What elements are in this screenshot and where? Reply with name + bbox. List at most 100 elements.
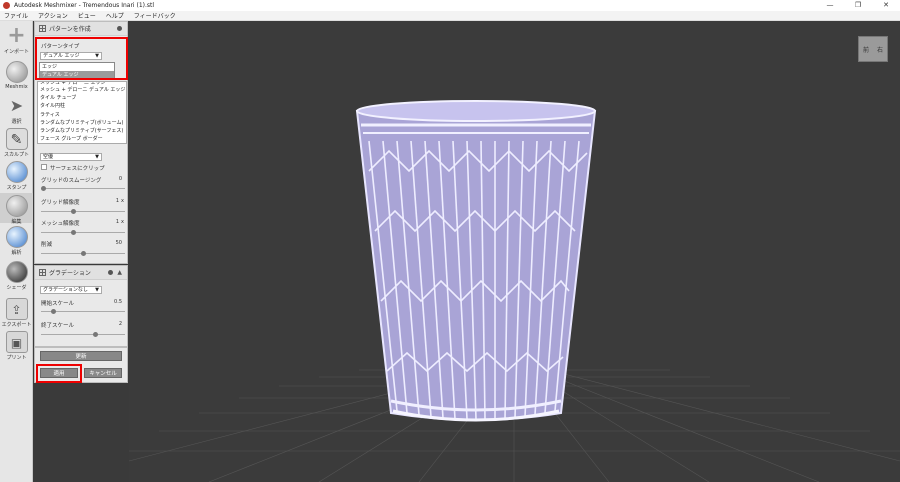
tool-label: スタンプ [6, 185, 27, 191]
window-controls: — ❐ ✕ [816, 0, 900, 11]
end-scale-value: 2 [118, 321, 122, 327]
slider-knob[interactable] [93, 332, 98, 337]
reduce-slider[interactable] [41, 251, 125, 256]
title-bar: Autodesk Meshmixer - Tremendous Inari (1… [0, 0, 900, 11]
list-item[interactable]: ランダムなプリミティブ(サーフェス) [38, 127, 126, 135]
tool-meshmix[interactable]: Meshmix [0, 61, 33, 90]
export-icon: ⇪ [5, 298, 28, 320]
tool-analysis[interactable]: 解析 [0, 226, 33, 256]
slider-knob[interactable] [71, 209, 76, 214]
meshmix-icon [5, 61, 28, 83]
select-arrow-icon: ➤ [9, 96, 24, 115]
mesh-res-value: 1 [115, 219, 119, 225]
list-item[interactable]: ランダムなプリミティブ(ボリューム) [38, 119, 126, 127]
surface-clip-label: サーフェスにクリップ [50, 166, 105, 172]
pattern-type-select[interactable]: デュアル エッジ ▼ [40, 52, 102, 60]
tool-label: 編集 [11, 219, 22, 225]
tool-label: スカルプト [3, 152, 29, 158]
gradation-panel-title: グラデーション [49, 270, 91, 277]
shader-icon [5, 261, 28, 283]
slider-knob[interactable] [71, 230, 76, 235]
tool-label: シェーダ [6, 285, 27, 291]
list-item[interactable]: ラティス [38, 111, 126, 119]
list-item[interactable]: メッシュ + デローニ デュアル エッジ [38, 86, 126, 94]
menu-view[interactable]: ビュー [78, 11, 96, 20]
gradation-mode-select[interactable]: グラデーションなし ▼ [40, 286, 102, 294]
tool-shader[interactable]: シェーダ [0, 261, 33, 291]
pattern-type-value: デュアル エッジ [43, 53, 80, 59]
3d-viewport[interactable] [129, 21, 900, 482]
tool-sculpt[interactable]: ✎ スカルプト [0, 128, 33, 158]
chevron-down-icon: ▼ [95, 287, 99, 293]
grid-res-unit: x [121, 198, 124, 204]
help-dot-icon[interactable] [117, 26, 122, 31]
gradation-mode-value: グラデーションなし [43, 287, 88, 293]
gradation-panel-header: グラデーション ▲ [35, 266, 127, 280]
tool-label: 選択 [11, 119, 22, 125]
tool-stamp[interactable]: スタンプ [0, 161, 33, 191]
grid-res-value: 1 [115, 198, 119, 204]
tool-import[interactable]: + インポート [0, 23, 33, 56]
tool-label: 解析 [11, 250, 22, 256]
chevron-down-icon: ▼ [95, 154, 99, 160]
brush-icon: ✎ [5, 128, 28, 150]
grid-smooth-value: 0 [118, 176, 122, 182]
tool-label: エクスポート [1, 322, 32, 328]
slider-knob[interactable] [81, 251, 86, 256]
stamp-icon [5, 161, 28, 183]
plus-icon: + [7, 23, 26, 48]
start-scale-slider[interactable] [41, 309, 125, 314]
list-item[interactable]: フェース グループ ボーダー [38, 135, 126, 143]
meshmixer-app-icon [3, 2, 10, 9]
grid-res-slider[interactable] [41, 209, 125, 214]
tool-export[interactable]: ⇪ エクスポート [0, 298, 33, 328]
grid-smooth-slider[interactable] [41, 186, 125, 191]
tool-print[interactable]: ▣ プリント [0, 331, 33, 361]
cancel-button[interactable]: キャンセル [84, 368, 122, 378]
menu-bar: ファイル アクション ビュー ヘルプ フィードバック [0, 11, 900, 21]
mesh-res-label: メッシュ解像度 [41, 221, 80, 227]
start-scale-label: 開始スケール [41, 301, 75, 307]
mesh-res-slider[interactable] [41, 230, 125, 235]
mesh-res-unit: x [121, 219, 124, 225]
slider-knob[interactable] [51, 309, 56, 314]
menu-help[interactable]: ヘルプ [106, 11, 124, 20]
fill-value: 空優 [43, 154, 54, 160]
pattern-type-list: メッシュ + デロー ニ エッジ メッシュ + デローニ デュアル エッジ タイ… [37, 81, 127, 145]
help-dot-icon[interactable] [108, 270, 113, 275]
gradation-panel: グラデーション ▲ グラデーションなし ▼ 開始スケール 0.5 終了スケール … [34, 265, 128, 347]
minimize-button[interactable]: — [816, 0, 844, 11]
maximize-button[interactable]: ❐ [844, 0, 872, 11]
apply-button[interactable]: 適用 [40, 368, 78, 378]
pattern-type-dropdown: エッジ デュアル エッジ [39, 62, 115, 80]
menu-file[interactable]: ファイル [4, 11, 28, 20]
reduce-label: 削減 [41, 242, 53, 248]
menu-feedback[interactable]: フィードバック [134, 11, 176, 20]
pattern-panel-title: パターンを作成 [49, 26, 91, 33]
dropdown-option-dual-edge[interactable]: デュアル エッジ [40, 71, 114, 79]
collapse-caret-icon[interactable]: ▲ [117, 269, 122, 276]
dropdown-option-edge[interactable]: エッジ [40, 63, 114, 71]
end-scale-slider[interactable] [41, 332, 125, 337]
reduce-value: 50 [115, 240, 122, 246]
grid-icon [39, 269, 46, 276]
nav-cube-right[interactable]: 右 [877, 45, 883, 54]
nav-cube-front[interactable]: 前 [863, 45, 869, 54]
tool-select[interactable]: ➤ 選択 [0, 95, 33, 125]
analysis-icon [5, 226, 28, 248]
slider-knob[interactable] [41, 186, 46, 191]
viewport-scene [129, 100, 900, 482]
update-button[interactable]: 更新 [40, 351, 122, 361]
view-nav-cube[interactable]: 前 右 [858, 36, 888, 62]
close-button[interactable]: ✕ [872, 0, 900, 11]
tool-edit[interactable]: 編集 [0, 193, 33, 225]
grid-smooth-label: グリッドのスムージング [41, 178, 102, 184]
menu-action[interactable]: アクション [38, 11, 68, 20]
list-item[interactable]: タイル円柱 [38, 102, 126, 110]
fill-select[interactable]: 空優 ▼ [40, 153, 102, 161]
chevron-down-icon: ▼ [95, 53, 99, 59]
action-area: 更新 適用 キャンセル [34, 347, 128, 383]
list-item[interactable]: タイル チューブ [38, 94, 126, 102]
tool-label: Meshmix [5, 84, 28, 90]
lattice-cup-model [355, 100, 597, 422]
